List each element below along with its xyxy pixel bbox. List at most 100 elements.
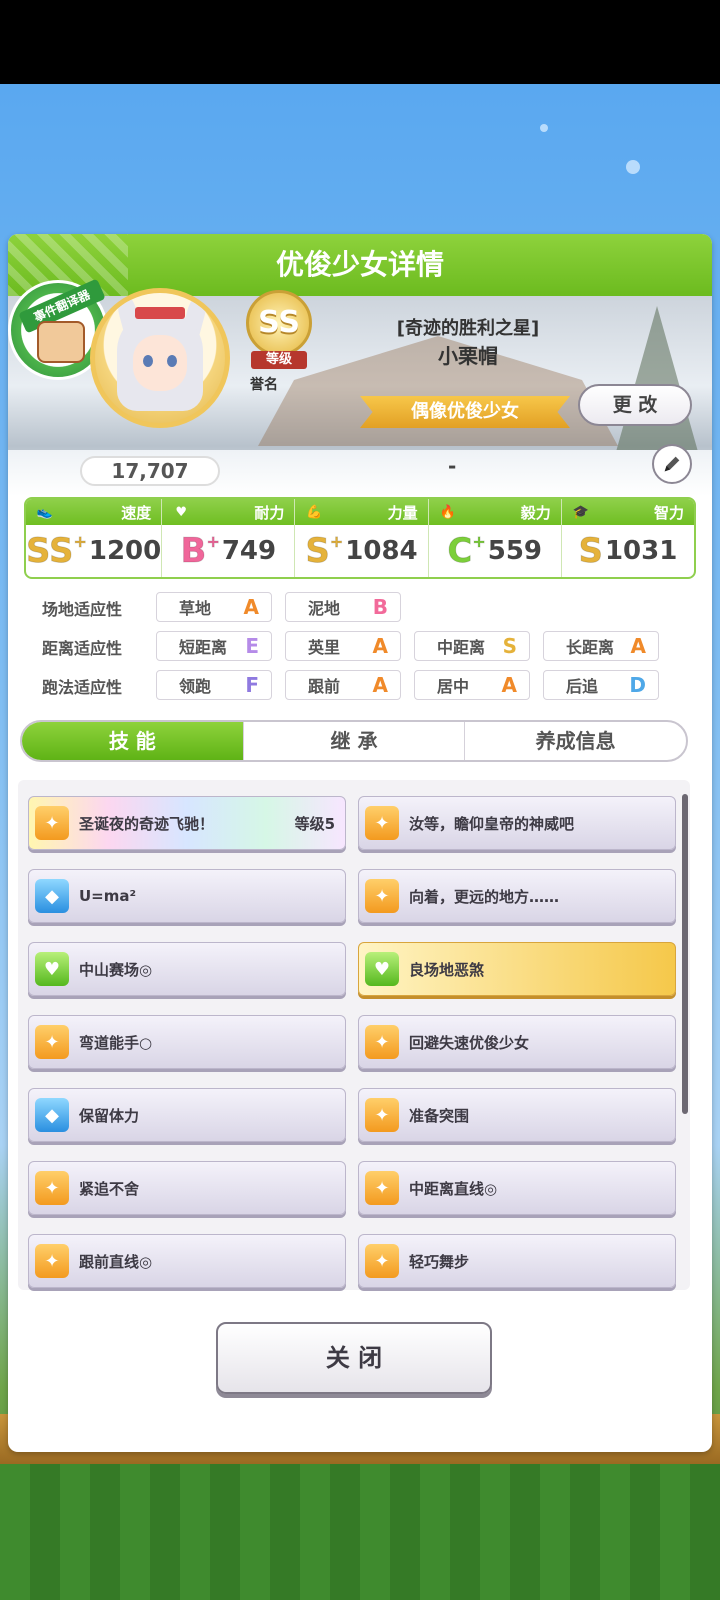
pencil-icon bbox=[664, 456, 680, 472]
tab-skills[interactable]: 技 能 bbox=[22, 722, 244, 760]
skill-card[interactable]: ◆ 保留体力 bbox=[28, 1088, 346, 1142]
skill-name: 汝等，瞻仰皇帝的神威吧 bbox=[409, 814, 575, 833]
face bbox=[133, 335, 187, 391]
aptitude-cell: 中距离 S bbox=[414, 631, 530, 661]
skill-name: 准备突围 bbox=[409, 1106, 470, 1125]
skill-card[interactable]: ✦ 中距离直线◎ bbox=[358, 1161, 676, 1215]
sparkle bbox=[626, 160, 640, 174]
aptitude-cell: 短距离 E bbox=[156, 631, 272, 661]
stat-header: ♥ 耐力 bbox=[162, 499, 295, 525]
title-banner: 偶像优俊少女 bbox=[360, 396, 570, 428]
aptitude-name: 领跑 bbox=[179, 677, 212, 696]
aptitude-name: 后追 bbox=[566, 677, 599, 696]
aptitude-label: 跑法适应性 bbox=[42, 678, 123, 697]
detail-tabs: 技 能 继 承 养成信息 bbox=[20, 720, 688, 762]
skill-card[interactable]: ♥ 良场地恶煞 bbox=[358, 942, 676, 996]
stat-body: S 1031 bbox=[562, 525, 694, 577]
graduation-cap-icon: 🎓 bbox=[572, 504, 589, 520]
stat-name: 毅力 bbox=[520, 503, 551, 522]
panel-title: 优俊少女详情 bbox=[275, 248, 444, 281]
skill-card[interactable]: ✦ 准备突围 bbox=[358, 1088, 676, 1142]
stat-4: 🎓 智力 S 1031 bbox=[561, 499, 694, 577]
aptitude-grade: A bbox=[372, 673, 388, 697]
character-name: 小栗帽 bbox=[438, 344, 498, 368]
skill-card[interactable]: ✦ 汝等，瞻仰皇帝的神威吧 bbox=[358, 796, 676, 850]
aptitude-name: 草地 bbox=[179, 599, 212, 618]
skill-card[interactable]: ✦ 跟前直线◎ bbox=[28, 1234, 346, 1288]
stat-grade: S bbox=[578, 534, 603, 569]
skill-orange-icon: ✦ bbox=[365, 1025, 399, 1059]
skill-card[interactable]: ♥ 中山赛场◎ bbox=[28, 942, 346, 996]
skill-card[interactable]: ✦ 圣诞夜的奇迹飞驰！ 等级5 bbox=[28, 796, 346, 850]
stat-grade-letter: C bbox=[447, 531, 473, 571]
aptitude-cell: 英里 A bbox=[285, 631, 401, 661]
tab-training-info[interactable]: 养成信息 bbox=[465, 722, 686, 760]
stat-grade-letter: SS bbox=[26, 531, 74, 571]
skill-card[interactable]: ✦ 回避失速优俊少女 bbox=[358, 1015, 676, 1069]
stat-value: 559 bbox=[487, 536, 543, 566]
muscle-icon: 💪 bbox=[306, 504, 323, 520]
aptitude-cell: 领跑 F bbox=[156, 670, 272, 700]
skill-orange-icon: ✦ bbox=[365, 879, 399, 913]
skill-blue-icon: ◆ bbox=[35, 879, 69, 913]
change-title-button[interactable]: 更 改 bbox=[578, 384, 692, 426]
aptitude-grade: F bbox=[245, 673, 259, 697]
aptitude-grade: D bbox=[629, 673, 646, 697]
skill-name: 中山赛场◎ bbox=[79, 960, 153, 979]
aptitude-label: 距离适应性 bbox=[42, 639, 123, 658]
skill-card[interactable]: ✦ 紧追不舍 bbox=[28, 1161, 346, 1215]
stat-grade-plus: + bbox=[329, 532, 344, 551]
edit-button[interactable] bbox=[652, 444, 692, 484]
skill-name: 向着，更远的地方…… bbox=[409, 887, 560, 906]
character-portrait[interactable] bbox=[90, 288, 230, 428]
stat-header: 🎓 智力 bbox=[561, 499, 694, 525]
skill-card[interactable]: ✦ 弯道能手○ bbox=[28, 1015, 346, 1069]
stat-header: 👟 速度 bbox=[26, 499, 162, 525]
skill-name: 轻巧舞步 bbox=[409, 1252, 470, 1271]
skill-name: 保留体力 bbox=[79, 1106, 140, 1125]
skill-name: 中距离直线◎ bbox=[409, 1179, 498, 1198]
close-button[interactable]: 关 闭 bbox=[216, 1322, 492, 1394]
skill-list-scrollbar[interactable] bbox=[682, 794, 688, 1114]
skill-orange-icon: ✦ bbox=[365, 1171, 399, 1205]
honor-label: 誉名 bbox=[250, 377, 278, 393]
skill-orange-icon: ✦ bbox=[35, 1025, 69, 1059]
aptitude-grade: S bbox=[502, 634, 517, 658]
aptitude-grade: E bbox=[245, 634, 259, 658]
stat-name: 力量 bbox=[387, 503, 418, 522]
stat-body: SS+ 1200 bbox=[26, 525, 161, 577]
stat-name: 耐力 bbox=[254, 503, 285, 522]
stat-grade-plus: + bbox=[73, 532, 87, 551]
stat-name: 速度 bbox=[121, 503, 152, 522]
aptitude-row-surface: 场地适应性 草地 A 泥地 B bbox=[26, 592, 706, 622]
aptitude-cell: 泥地 B bbox=[285, 592, 401, 622]
rank-emblem: SS bbox=[246, 290, 312, 356]
panel-header: 优俊少女详情 bbox=[8, 234, 712, 296]
stat-grade: C+ bbox=[447, 531, 486, 571]
shoe-icon: 👟 bbox=[36, 504, 54, 520]
aptitude-label: 场地适应性 bbox=[42, 600, 123, 619]
aptitude-cell: 草地 A bbox=[156, 592, 272, 622]
rank-label: 等级 bbox=[251, 351, 307, 369]
stat-grade-letter: B bbox=[180, 531, 207, 571]
note-text: - bbox=[448, 454, 457, 478]
stats-table: 👟 速度 SS+ 1200 ♥ 耐力 B+ 749 💪 力量 S+ 1084 🔥 毅力 C+ 559 🎓 智力 S 1… bbox=[24, 497, 696, 579]
aptitude-row-distance: 距离适应性 短距离 E 英里 A 中距离 S 长距离 A bbox=[26, 631, 706, 661]
aptitude-name: 长距离 bbox=[566, 638, 615, 657]
skill-name: 回避失速优俊少女 bbox=[409, 1033, 530, 1052]
uma-detail-panel: 优俊少女详情 事件翻译器 17,707 SS 等级 誉名 [奇迹的胜利之星] 小… bbox=[8, 234, 712, 1452]
stat-header: 🔥 毅力 bbox=[428, 499, 561, 525]
skill-card[interactable]: ✦ 轻巧舞步 bbox=[358, 1234, 676, 1288]
character-epithet: [奇迹的胜利之星] bbox=[396, 318, 540, 339]
aptitude-cell: 后追 D bbox=[543, 670, 659, 700]
skill-name: 良场地恶煞 bbox=[409, 960, 485, 979]
skill-card[interactable]: ✦ 向着，更远的地方…… bbox=[358, 869, 676, 923]
skill-orange-icon: ✦ bbox=[35, 806, 69, 840]
sparkle bbox=[540, 124, 548, 132]
aptitude-cell: 长距离 A bbox=[543, 631, 659, 661]
skill-name: 跟前直线◎ bbox=[79, 1252, 153, 1271]
stat-body: C+ 559 bbox=[429, 525, 561, 577]
tab-inherit[interactable]: 继 承 bbox=[244, 722, 466, 760]
aptitude-grade: A bbox=[501, 673, 517, 697]
skill-card[interactable]: ◆ U=ma² bbox=[28, 869, 346, 923]
